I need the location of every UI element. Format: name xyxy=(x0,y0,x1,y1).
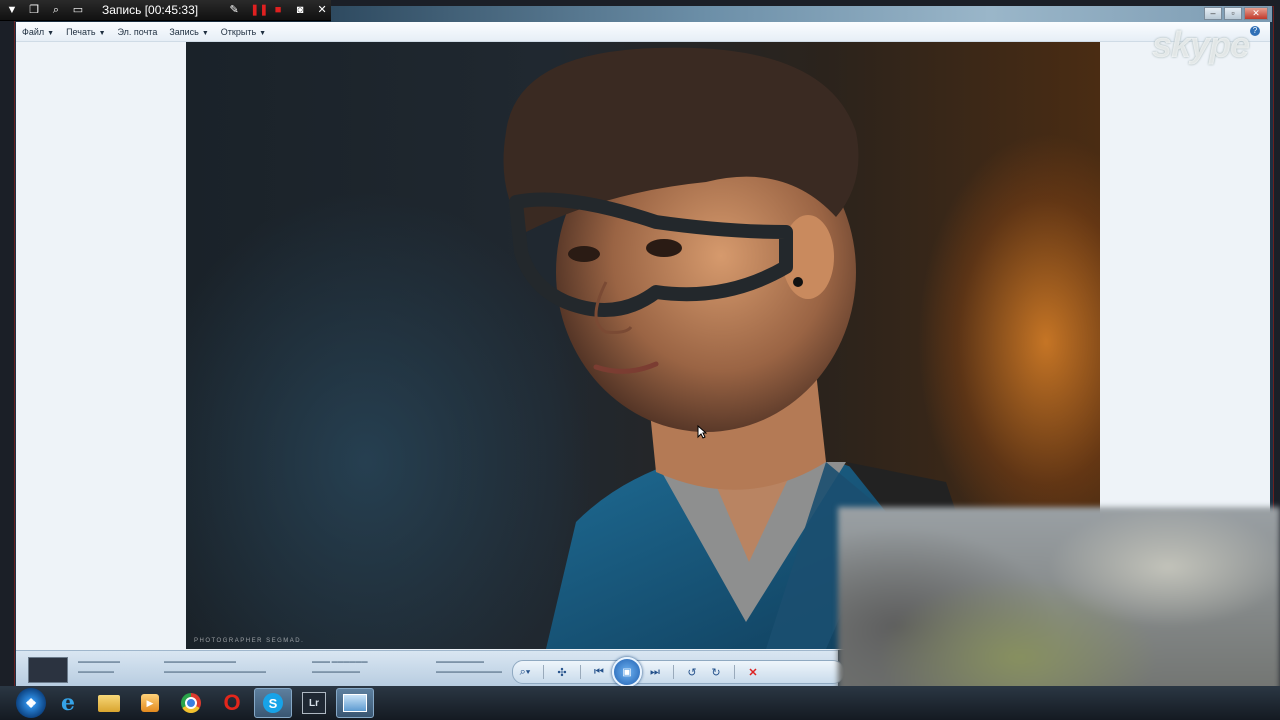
region-icon[interactable]: ▭ xyxy=(72,4,84,16)
close-icon[interactable]: ✕ xyxy=(316,4,328,16)
photo-info-block: ▬▬▬▬▬▬▬ ▬▬▬▬▬▬ xyxy=(78,659,120,675)
photo-info-block: ▬▬▬▬▬▬▬▬ ▬▬▬▬▬▬▬▬▬▬▬ xyxy=(436,659,502,675)
photo-info-block: ▬▬▬▬▬▬▬▬▬▬▬▬ ▬▬▬▬▬▬▬▬▬▬▬▬▬▬▬▬▬ xyxy=(164,659,266,675)
lightroom-icon[interactable]: Lr xyxy=(295,688,333,718)
help-icon[interactable]: ? xyxy=(1250,26,1260,36)
previous-icon[interactable]: ⏮ xyxy=(588,663,610,681)
start-button[interactable]: ❖ xyxy=(16,688,46,718)
photo-viewer-icon[interactable] xyxy=(336,688,374,718)
photo-watermark: PHOTOGRAPHER SEGMAD. xyxy=(194,638,305,644)
menu-print[interactable]: Печать ▼ xyxy=(60,27,111,37)
mouse-cursor-icon xyxy=(697,425,707,439)
maximize-button[interactable]: ▫ xyxy=(1224,7,1242,20)
minimize-button[interactable]: ‒ xyxy=(1204,7,1222,20)
skype-logo: skype xyxy=(1152,24,1250,65)
media-player-icon[interactable]: ▶ xyxy=(131,688,169,718)
menu-file[interactable]: Файл ▼ xyxy=(16,27,60,37)
skype-icon[interactable]: S xyxy=(254,688,292,718)
photo-info-block: ▬▬▬ ▬▬▬▬▬▬ ▬▬▬▬▬▬▬▬ xyxy=(312,659,368,675)
recording-timer: Запись [00:45:33] xyxy=(102,3,199,17)
viewer-menu-bar: Файл ▼ Печать ▼ Эл. почта Запись ▼ Открыть ▼… xyxy=(16,22,1270,42)
menu-open[interactable]: Открыть ▼ xyxy=(215,27,272,37)
explorer-icon[interactable] xyxy=(90,688,128,718)
camera-icon[interactable]: ◙ xyxy=(294,4,306,16)
window-buttons: ‒ ▫ ✕ xyxy=(1204,7,1268,20)
dropdown-arrow-icon[interactable]: ▼ xyxy=(6,4,18,16)
stop-icon[interactable]: ■ xyxy=(272,4,284,16)
pause-icon[interactable]: ❚❚ xyxy=(250,4,268,16)
slideshow-icon[interactable]: ▣ xyxy=(612,657,642,687)
close-window-button[interactable]: ✕ xyxy=(1244,7,1268,20)
internet-explorer-icon[interactable]: e xyxy=(49,688,87,718)
next-icon[interactable]: ⏭ xyxy=(644,663,666,681)
recorder-toolbar: ▼ ❐ ⌕ ▭ Запись [00:45:33] ✎ ❚❚ ■ ◙ ✕ xyxy=(0,0,331,21)
chrome-icon[interactable] xyxy=(172,688,210,718)
rotate-cw-icon[interactable]: ↻ xyxy=(705,663,727,681)
navigation-controls: ⌕▾ ✣ ⏮ ▣ ⏭ ↺ ↻ ✕ xyxy=(512,657,844,687)
viewer-control-bar: ▬▬▬▬▬▬▬ ▬▬▬▬▬▬ ▬▬▬▬▬▬▬▬▬▬▬▬ ▬▬▬▬▬▬▬▬▬▬▬▬▬▬… xyxy=(16,650,844,687)
restore-icon[interactable]: ❐ xyxy=(28,4,40,16)
fit-icon[interactable]: ✣ xyxy=(551,663,573,681)
rotate-ccw-icon[interactable]: ↺ xyxy=(681,663,703,681)
photo-thumbnail[interactable] xyxy=(28,657,68,683)
taskbar: ❖ e ▶ O S Lr xyxy=(0,686,1280,720)
window-title-bar xyxy=(331,6,1272,22)
pen-icon[interactable]: ✎ xyxy=(228,4,240,16)
menu-record[interactable]: Запись ▼ xyxy=(163,27,214,37)
zoom-icon[interactable]: ⌕▾ xyxy=(514,663,536,681)
opera-icon[interactable]: O xyxy=(213,688,251,718)
menu-email[interactable]: Эл. почта xyxy=(112,27,164,37)
delete-icon[interactable]: ✕ xyxy=(742,663,764,681)
zoom-icon[interactable]: ⌕ xyxy=(50,4,62,16)
